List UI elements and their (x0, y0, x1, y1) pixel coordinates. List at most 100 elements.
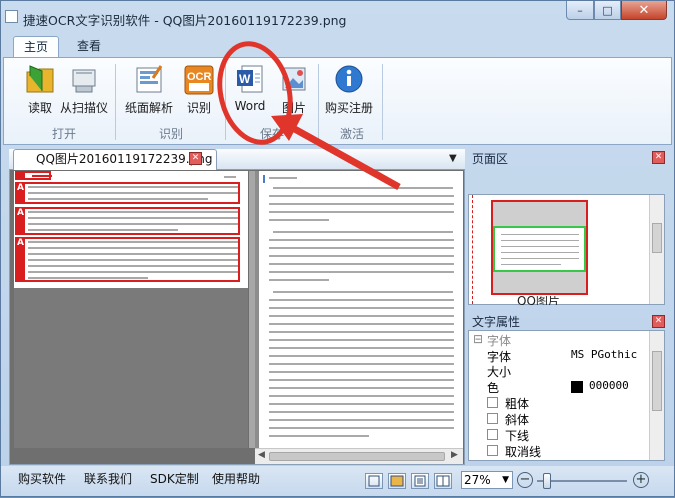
group-save-label: 保存 (260, 127, 285, 141)
bold-checkbox[interactable] (487, 397, 498, 408)
buy-register-button[interactable]: 购买注册 (325, 62, 373, 116)
scanner-icon (68, 62, 100, 96)
text-line (269, 323, 454, 325)
ocr-icon: OCR (183, 62, 215, 96)
source-image-page[interactable]: A A A (14, 171, 248, 288)
strikethrough-option[interactable]: 取消线 (471, 443, 652, 459)
close-page-area-icon[interactable]: ✕ (652, 151, 665, 164)
recognized-text-pane[interactable] (255, 171, 463, 448)
image-icon (278, 62, 310, 96)
layout-analysis-button[interactable]: 纸面解析 (125, 62, 173, 116)
fit-page-button[interactable] (365, 473, 383, 489)
page-thumbnail[interactable] (491, 200, 588, 295)
prop-value[interactable]: MS PGothic (571, 348, 637, 361)
ribbon-panel: 读取 从扫描仪 打开 纸面解析 OCR 识别 识别 W Word 图片 保存 购… (3, 57, 672, 145)
close-button[interactable]: ✕ (621, 1, 667, 20)
zoom-slider-thumb[interactable] (543, 473, 551, 489)
minimize-button[interactable]: – (566, 1, 594, 20)
text-line (269, 263, 454, 265)
text-line (269, 195, 454, 197)
prop-row-size[interactable]: 大小 (471, 363, 652, 379)
zoom-out-icon[interactable]: − (517, 472, 533, 488)
page-area-scrollbar[interactable] (649, 195, 664, 304)
italic-label: 斜体 (505, 413, 530, 427)
collapse-icon[interactable]: ⊟ (473, 332, 483, 346)
status-bar: 购买软件 联系我们 SDK定制 使用帮助 27% ▼ − + (1, 466, 674, 496)
font-section-header[interactable]: ⊟ 字体 (471, 332, 652, 348)
chevron-down-icon[interactable]: ▼ (502, 472, 509, 488)
italic-option[interactable]: 斜体 (471, 411, 652, 427)
svg-text:OCR: OCR (187, 71, 212, 83)
scrollbar-thumb[interactable] (652, 223, 662, 253)
text-line (273, 231, 453, 233)
recognition-region[interactable] (15, 207, 240, 235)
thumbnail-label: QQ图片 (517, 296, 560, 305)
italic-checkbox[interactable] (487, 413, 498, 424)
recognize-label: 识别 (186, 101, 211, 115)
prop-value[interactable]: 000000 (589, 379, 629, 392)
prop-row-color[interactable]: 色 000000 (471, 379, 652, 395)
image-view-icon (390, 475, 404, 487)
tab-home[interactable]: 主页 (13, 36, 59, 57)
page-area-panel: QQ图片 (468, 194, 665, 305)
bold-option[interactable]: 粗体 (471, 395, 652, 411)
sdk-custom-link[interactable]: SDK定制 (150, 470, 199, 487)
document-tab-bar: QQ图片20160119172239.png ✕ ▼ (9, 149, 465, 170)
horizontal-scrollbar[interactable]: ◀ ▶ (255, 448, 463, 464)
ribbon-separator (382, 64, 383, 140)
close-text-props-icon[interactable]: ✕ (652, 315, 665, 328)
text-line (273, 291, 453, 293)
window-title: 捷速OCR文字识别软件 - QQ图片20160119172239.png (23, 13, 347, 28)
buy-register-label: 购买注册 (325, 101, 374, 115)
title-bar: 捷速OCR文字识别软件 - QQ图片20160119172239.png – □… (1, 1, 674, 33)
scroll-left-icon[interactable]: ◀ (258, 450, 265, 460)
group-open-label: 打开 (52, 127, 77, 141)
color-swatch[interactable] (571, 381, 583, 393)
buy-software-link[interactable]: 购买软件 (18, 470, 66, 487)
text-line (273, 187, 453, 189)
region-marker-icon: A (16, 238, 25, 281)
underline-option[interactable]: 下线 (471, 427, 652, 443)
zoom-slider[interactable] (537, 473, 627, 489)
text-line (269, 271, 454, 273)
recognize-button[interactable]: OCR 识别 (183, 62, 215, 116)
text-line (269, 419, 454, 421)
page-edge-marker (469, 195, 473, 304)
recognition-region[interactable] (15, 182, 240, 204)
zoom-in-icon[interactable]: + (633, 472, 649, 488)
image-button[interactable]: 图片 (278, 62, 310, 116)
scrollbar-thumb[interactable] (269, 452, 445, 461)
underline-label: 下线 (505, 429, 530, 443)
read-button[interactable]: 读取 (24, 62, 56, 116)
underline-checkbox[interactable] (487, 429, 498, 440)
help-link[interactable]: 使用帮助 (212, 470, 260, 487)
recognition-region[interactable] (15, 237, 240, 282)
strikethrough-checkbox[interactable] (487, 445, 498, 456)
tab-view[interactable]: 查看 (67, 36, 111, 57)
app-icon (5, 10, 18, 23)
scrollbar-thumb[interactable] (652, 351, 662, 411)
close-document-icon[interactable]: ✕ (189, 152, 202, 165)
zoom-value: 27% (464, 473, 491, 487)
scroll-right-icon[interactable]: ▶ (451, 450, 458, 460)
word-button[interactable]: W Word (234, 62, 266, 113)
text-view-icon (414, 475, 426, 487)
source-page-background (14, 288, 248, 448)
image-view-button[interactable] (388, 473, 406, 489)
zoom-select[interactable]: 27% ▼ (461, 471, 513, 489)
viewport-indicator[interactable] (493, 226, 586, 272)
scan-label: 从扫描仪 (60, 101, 109, 115)
maximize-button[interactable]: □ (594, 1, 621, 20)
split-view-button[interactable] (434, 473, 452, 489)
info-icon (333, 62, 365, 96)
contact-us-link[interactable]: 联系我们 (84, 470, 132, 487)
text-view-button[interactable] (411, 473, 429, 489)
text-line (269, 247, 454, 249)
document-tab[interactable]: QQ图片20160119172239.png (13, 149, 217, 170)
page-area-title: 页面区 (472, 152, 509, 166)
region-marker-icon: A (16, 183, 25, 203)
scan-button[interactable]: 从扫描仪 (60, 62, 108, 116)
prop-row-font[interactable]: 字体 MS PGothic (471, 348, 652, 364)
text-line (269, 255, 454, 257)
tab-dropdown-icon[interactable]: ▼ (449, 153, 457, 164)
